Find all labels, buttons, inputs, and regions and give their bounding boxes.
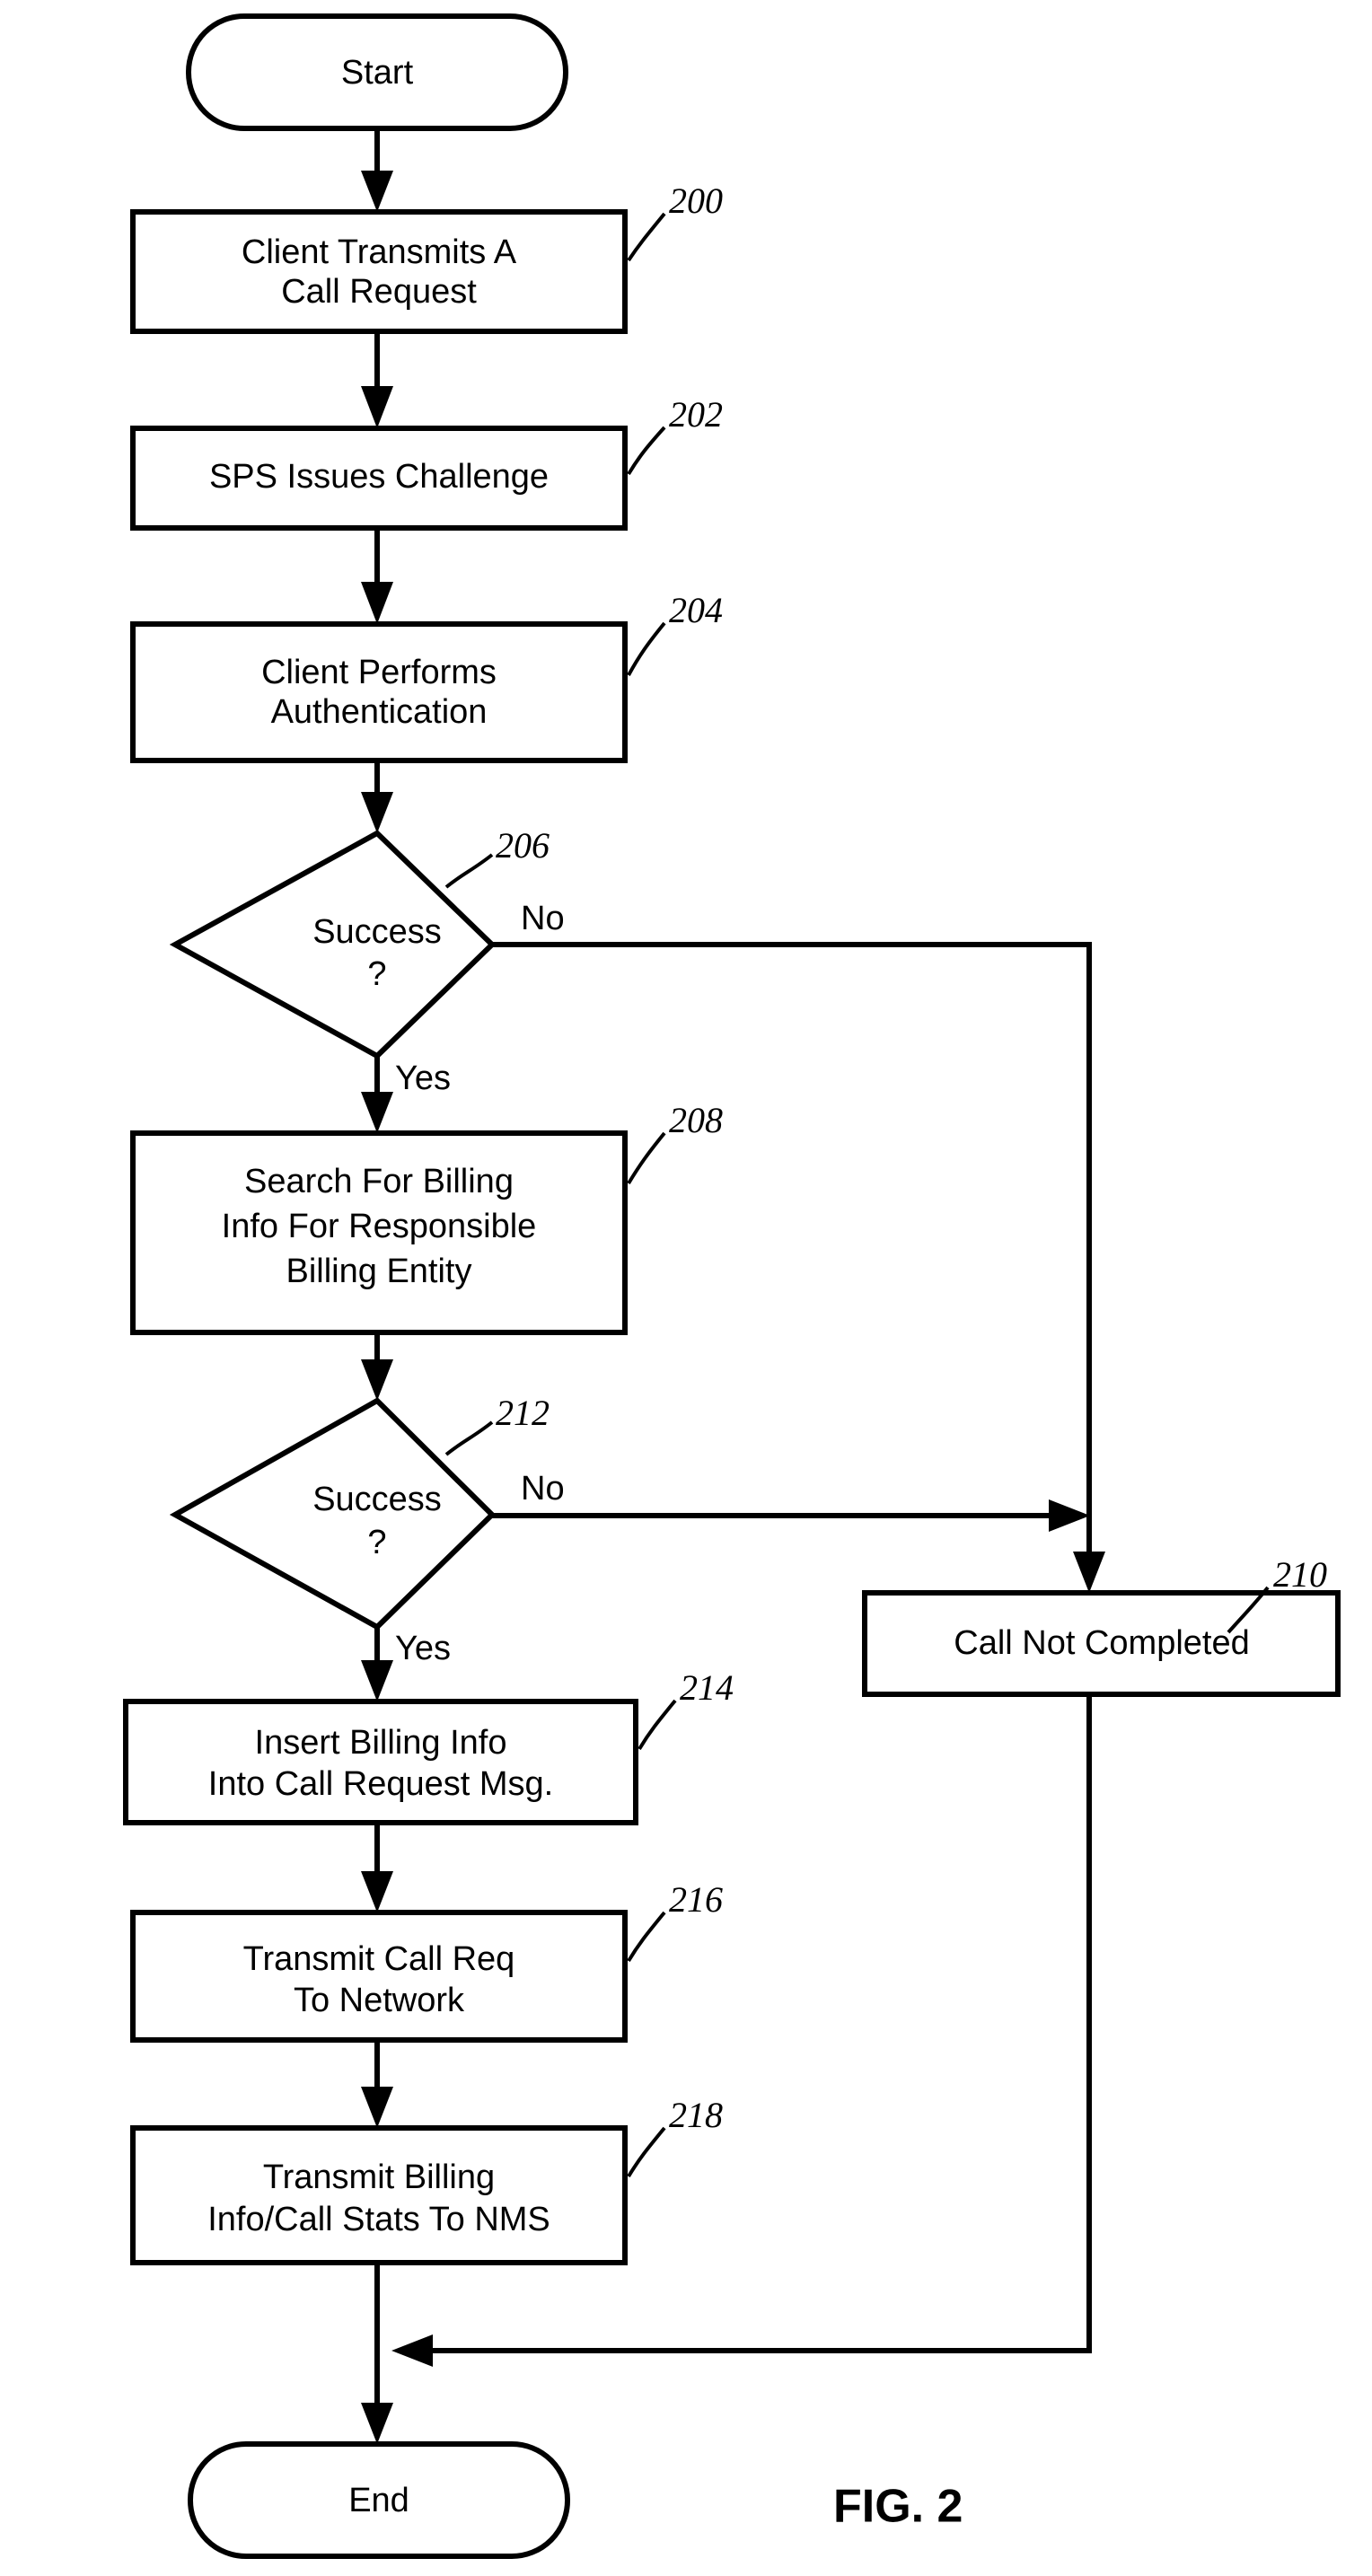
node-214: Insert Billing Info Into Call Request Ms… <box>123 1667 734 1825</box>
figure-label: FIG. 2 <box>833 2481 963 2533</box>
edge-212-yes-to-214 <box>361 1625 393 1701</box>
node-start-label: Start <box>341 54 414 92</box>
edge-204-to-206 <box>361 760 393 833</box>
node-218-line1: Transmit Billing <box>263 2158 495 2196</box>
node-210-line1: Call Not Completed <box>954 1624 1249 1662</box>
node-208-line2: Info For Responsible <box>222 1208 537 1245</box>
node-204: Client Performs Authentication 204 <box>130 590 723 763</box>
node-206-line1: Success <box>312 913 442 951</box>
edge-200-to-202 <box>361 331 393 428</box>
node-218: Transmit Billing Info/Call Stats To NMS … <box>130 2095 723 2265</box>
node-216: Transmit Call Req To Network 216 <box>130 1879 723 2043</box>
patent-figure: Start Client Transmits A Call Request 20… <box>0 0 1372 2576</box>
node-212-line2: ? <box>367 1524 386 1561</box>
ref-200: 200 <box>669 180 723 221</box>
node-204-line1: Client Performs <box>261 654 497 691</box>
node-212-line1: Success <box>312 1481 442 1518</box>
ref-206: 206 <box>496 825 550 866</box>
node-208: Search For Billing Info For Responsible … <box>130 1100 723 1335</box>
node-210: Call Not Completed 210 <box>862 1554 1341 1697</box>
branch-212-no: No <box>521 1470 565 1508</box>
node-200: Client Transmits A Call Request 200 <box>130 180 723 334</box>
node-208-line1: Search For Billing <box>244 1163 514 1200</box>
node-200-line1: Client Transmits A <box>242 233 517 271</box>
edge-218-to-end <box>361 2263 393 2444</box>
branch-206-yes: Yes <box>395 1059 451 1097</box>
flowchart-canvas: Start Client Transmits A Call Request 20… <box>123 13 1341 2559</box>
node-212: Success ? 212 No Yes <box>169 1393 565 1667</box>
node-204-line2: Authentication <box>271 693 488 731</box>
node-214-line2: Into Call Request Msg. <box>208 1765 553 1803</box>
node-216-line1: Transmit Call Req <box>243 1940 515 1978</box>
ref-202: 202 <box>669 394 723 435</box>
edge-208-to-212 <box>361 1332 393 1401</box>
edge-202-to-204 <box>361 528 393 624</box>
edge-214-to-216 <box>361 1823 393 1912</box>
ref-212: 212 <box>496 1393 550 1433</box>
node-214-line1: Insert Billing Info <box>255 1724 507 1762</box>
branch-212-yes: Yes <box>395 1630 451 1667</box>
edge-start-to-200 <box>361 128 393 212</box>
ref-204: 204 <box>669 590 723 630</box>
ref-218: 218 <box>669 2095 723 2135</box>
node-202-line1: SPS Issues Challenge <box>209 458 549 496</box>
ref-210: 210 <box>1273 1554 1327 1595</box>
node-206: Success ? 206 No Yes <box>169 825 565 1097</box>
node-200-line2: Call Request <box>281 273 477 311</box>
edge-212-no-to-rail <box>492 1499 1090 1532</box>
node-202: SPS Issues Challenge 202 <box>130 394 723 531</box>
node-208-line3: Billing Entity <box>286 1253 472 1290</box>
edge-206-yes-to-208 <box>361 1057 393 1133</box>
node-end-label: End <box>348 2482 409 2519</box>
node-206-line2: ? <box>367 955 386 993</box>
node-216-line2: To Network <box>294 1982 465 2019</box>
ref-216: 216 <box>669 1879 723 1920</box>
node-start: Start <box>186 13 568 131</box>
edge-216-to-218 <box>361 2040 393 2128</box>
node-218-line2: Info/Call Stats To NMS <box>207 2201 550 2238</box>
node-end: End <box>188 2441 570 2559</box>
ref-208: 208 <box>669 1100 723 1140</box>
ref-214: 214 <box>680 1667 734 1708</box>
branch-206-no: No <box>521 900 565 937</box>
